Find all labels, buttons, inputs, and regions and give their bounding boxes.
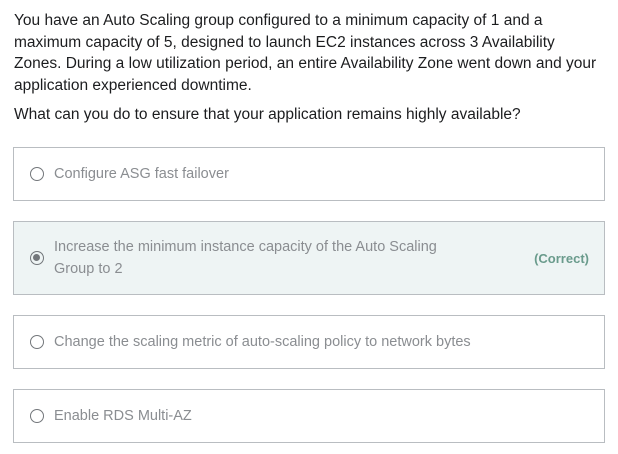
option-label: Configure ASG fast failover — [54, 166, 229, 182]
option-label: Change the scaling metric of auto-scalin… — [54, 334, 471, 350]
radio-icon[interactable] — [30, 409, 44, 423]
option-4[interactable]: Enable RDS Multi-AZ — [13, 389, 605, 443]
option-label: Increase the minimum instance capacity o… — [54, 239, 437, 277]
radio-selected-icon[interactable] — [30, 251, 44, 265]
question-prompt: What can you do to ensure that your appl… — [14, 106, 521, 123]
option-1[interactable]: Configure ASG fast failover — [13, 147, 605, 201]
option-2[interactable]: Increase the minimum instance capacity o… — [13, 221, 605, 295]
radio-icon[interactable] — [30, 167, 44, 181]
option-3[interactable]: Change the scaling metric of auto-scalin… — [13, 315, 605, 369]
correct-badge: (Correct) — [534, 250, 589, 266]
radio-icon[interactable] — [30, 335, 44, 349]
option-label: Enable RDS Multi-AZ — [54, 408, 192, 424]
question-text: You have an Auto Scaling group configure… — [14, 12, 597, 94]
